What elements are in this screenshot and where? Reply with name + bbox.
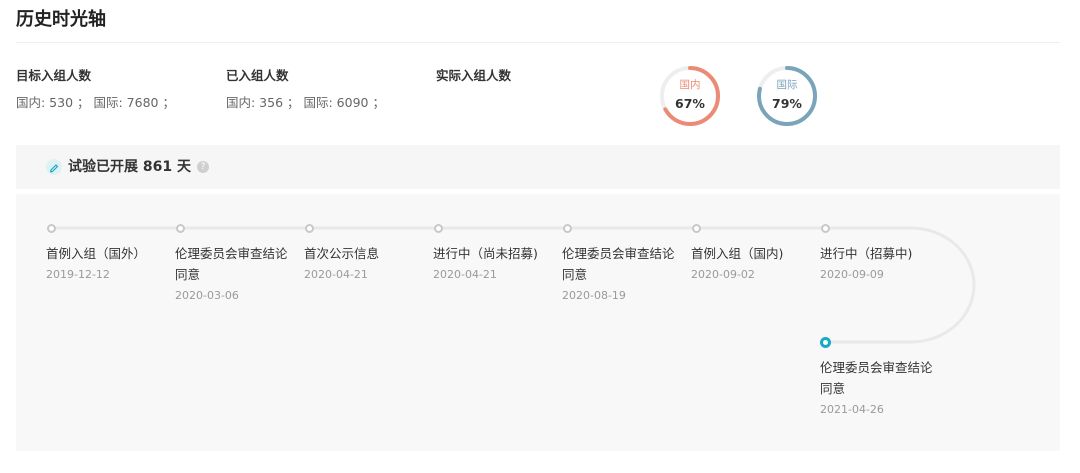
timeline-dot — [562, 223, 572, 233]
timeline-dot — [691, 223, 701, 233]
timeline-dot — [46, 223, 56, 233]
page-title: 历史时光轴 — [16, 9, 106, 30]
timeline-event-date: 2020-03-06 — [175, 289, 239, 302]
timeline-event-title: 伦理委员会审查结论同意 — [820, 360, 933, 396]
timeline-panel: 首例入组（国外） 2019-12-12 伦理委员会审查结论同意 2020-03-06 首… — [16, 194, 1060, 451]
ring-label: 国内 — [679, 79, 701, 91]
timeline-dot — [819, 336, 831, 348]
timeline-event-title: 伦理委员会审查结论同意 — [175, 246, 288, 282]
title-divider — [16, 42, 1060, 43]
domestic-progress-ring: 国内 67% — [659, 65, 721, 127]
timeline-event-title: 首例入组（国外） — [46, 246, 147, 261]
international-progress-ring: 国际 79% — [756, 65, 818, 127]
timeline-dot — [175, 223, 185, 233]
timeline-dot — [433, 223, 443, 233]
ring-label: 国际 — [776, 79, 798, 91]
timeline-event-date: 2020-09-09 — [820, 268, 884, 281]
trial-duration-bar: 试验已开展 861 天 ? — [16, 145, 1060, 189]
question-icon[interactable]: ? — [197, 161, 209, 173]
enrolled-count-label: 已入组人数 — [226, 68, 289, 83]
ring-percent: 79% — [772, 96, 802, 111]
timeline-event-title: 首例入组（国内) — [691, 246, 784, 261]
target-enrollment-value: 国内: 530 ； 国际: 7680 ； — [16, 95, 175, 110]
timeline-dot — [820, 223, 830, 233]
timeline-event-title: 首次公示信息 — [304, 246, 380, 261]
pencil-icon — [46, 159, 62, 175]
timeline-event-title: 进行中（尚未招募) — [433, 246, 538, 261]
enrolled-count-value: 国内: 356 ； 国际: 6090 ； — [226, 95, 385, 110]
timeline-event-date: 2020-08-19 — [562, 289, 626, 302]
timeline-event-title: 伦理委员会审查结论同意 — [562, 246, 675, 282]
timeline-track — [51, 226, 976, 344]
timeline-event-date: 2020-09-02 — [691, 268, 755, 281]
target-enrollment-label: 目标入组人数 — [16, 68, 92, 83]
timeline-event-date: 2019-12-12 — [46, 268, 110, 281]
timeline-event-date: 2020-04-21 — [304, 268, 368, 281]
timeline-event-date: 2020-04-21 — [433, 268, 497, 281]
actual-enrollment-label: 实际入组人数 — [436, 68, 512, 83]
timeline-dot — [304, 223, 314, 233]
ring-percent: 67% — [675, 96, 705, 111]
trial-duration-text: 试验已开展 861 天 — [68, 159, 191, 175]
timeline-event-title: 进行中（招募中) — [820, 246, 913, 261]
timeline-event-date: 2021-04-26 — [820, 403, 884, 416]
